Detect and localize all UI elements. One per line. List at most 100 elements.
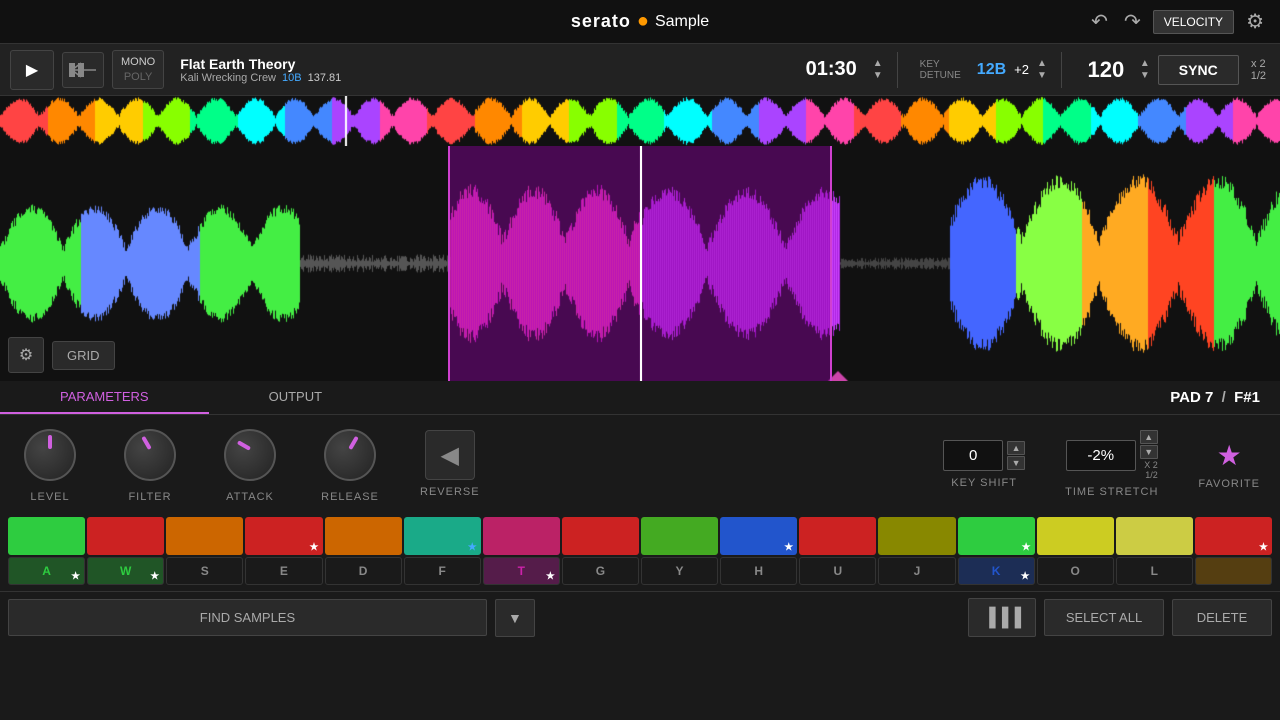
x2-section: x 2 1/2: [1247, 58, 1270, 82]
time-up-button[interactable]: ▲: [873, 59, 883, 69]
pad-top-3[interactable]: ★: [245, 517, 322, 555]
keyshift-down-button[interactable]: ▼: [1007, 456, 1025, 470]
mono-poly-button[interactable]: MONO POLY: [112, 50, 164, 89]
pad-top-0[interactable]: [8, 517, 85, 555]
redo-button[interactable]: ↷: [1120, 5, 1145, 38]
pad-label-text-11: J: [914, 564, 921, 578]
pad-top-14[interactable]: [1116, 517, 1193, 555]
pad-label-star-1: ★: [150, 571, 159, 582]
top-bar-actions: ↶ ↷ VELOCITY ⚙: [1087, 5, 1268, 38]
track-bpm: 137.81: [308, 72, 342, 84]
reverse-group: ◀ REVERSE: [420, 430, 480, 498]
pad-label-11[interactable]: J: [878, 557, 955, 585]
track-subtitle: Kali Wrecking Crew 10B 137.81: [180, 72, 781, 84]
pad-top-7[interactable]: [562, 517, 639, 555]
pad-label-1[interactable]: W★: [87, 557, 164, 585]
select-all-button[interactable]: SELECT ALL: [1044, 599, 1164, 636]
divider-2: [1061, 52, 1062, 88]
find-dropdown-button[interactable]: ▼: [495, 599, 535, 637]
play-button[interactable]: ▶: [10, 50, 54, 90]
pad-top-10[interactable]: [799, 517, 876, 555]
filter-knob[interactable]: [124, 429, 176, 481]
velocity-button[interactable]: VELOCITY: [1153, 10, 1234, 34]
bpm-section: 120 ▲ ▼: [1076, 57, 1150, 83]
key-section: KEY DETUNE: [912, 59, 969, 81]
key-up-button[interactable]: ▲: [1037, 59, 1047, 69]
filter-knob-container: [120, 425, 180, 485]
pad-label-text-8: Y: [676, 564, 684, 578]
pad-label-8[interactable]: Y: [641, 557, 718, 585]
key-down-button[interactable]: ▼: [1037, 71, 1047, 81]
waveform-overview[interactable]: [0, 96, 1280, 146]
pad-label-4[interactable]: D: [325, 557, 402, 585]
level-label: LEVEL: [30, 491, 69, 503]
favorite-button[interactable]: ★: [1217, 439, 1242, 472]
bpm-up-button[interactable]: ▲: [1140, 59, 1150, 69]
track-artist: Kali Wrecking Crew: [180, 72, 276, 84]
pad-top-8[interactable]: [641, 517, 718, 555]
pad-star-5: ★: [468, 542, 477, 553]
pad-label-10[interactable]: U: [799, 557, 876, 585]
pad-label-text-13: O: [1071, 564, 1080, 578]
x2-top: x 2: [1251, 58, 1266, 70]
pad-star-15: ★: [1259, 542, 1268, 553]
pad-label-0[interactable]: A★: [8, 557, 85, 585]
settings-icon[interactable]: ⚙: [1242, 5, 1268, 38]
pad-label-3[interactable]: E: [245, 557, 322, 585]
time-down-button[interactable]: ▼: [873, 71, 883, 81]
bpm-down-button[interactable]: ▼: [1140, 71, 1150, 81]
pad-top-13[interactable]: [1037, 517, 1114, 555]
pad-top-1[interactable]: [87, 517, 164, 555]
time-arrows: ▲ ▼: [873, 59, 883, 81]
dropdown-icon: ▼: [508, 610, 522, 626]
level-knob-group: LEVEL: [20, 425, 80, 503]
pad-label-12[interactable]: K★: [958, 557, 1035, 585]
reverse-button[interactable]: ◀: [425, 430, 475, 480]
bottom-action-bar: FIND SAMPLES ▼ ▐▐▐ SELECT ALL DELETE: [0, 591, 1280, 643]
pad-label-13[interactable]: O: [1037, 557, 1114, 585]
pad-label-6[interactable]: T★: [483, 557, 560, 585]
keyshift-up-button[interactable]: ▲: [1007, 441, 1025, 455]
release-knob[interactable]: [324, 429, 376, 481]
filter-label: FILTER: [128, 491, 171, 503]
pad-label-15[interactable]: [1195, 557, 1272, 585]
pad-label-2[interactable]: S: [166, 557, 243, 585]
keyshift-control: 0 ▲ ▼: [943, 440, 1025, 471]
pad-top-11[interactable]: [878, 517, 955, 555]
tab-parameters[interactable]: PARAMETERS: [0, 381, 209, 414]
pad-label-7[interactable]: G: [562, 557, 639, 585]
grid-icon-button[interactable]: ⚙: [8, 337, 44, 373]
pad-top-6[interactable]: [483, 517, 560, 555]
find-samples-button[interactable]: FIND SAMPLES: [8, 599, 487, 636]
pad-top-12[interactable]: ★: [958, 517, 1035, 555]
pad-number: PAD 7: [1170, 389, 1213, 406]
pad-top-4[interactable]: [325, 517, 402, 555]
stutter-icon: [69, 59, 97, 81]
delete-button[interactable]: DELETE: [1172, 599, 1272, 636]
attack-knob[interactable]: [224, 429, 276, 481]
pad-label-5[interactable]: F: [404, 557, 481, 585]
key-label: KEY: [920, 59, 940, 70]
stutter-button[interactable]: [62, 52, 104, 88]
tab-output[interactable]: OUTPUT: [209, 381, 382, 414]
pad-top-9[interactable]: ★: [720, 517, 797, 555]
pad-top-15[interactable]: ★: [1195, 517, 1272, 555]
level-knob[interactable]: [24, 429, 76, 481]
pad-label-9[interactable]: H: [720, 557, 797, 585]
ts-arrows: ▲ ▼: [1140, 430, 1158, 459]
waveform-main[interactable]: ⚙ GRID: [0, 146, 1280, 381]
sync-button[interactable]: SYNC: [1158, 55, 1239, 85]
pad-top-2[interactable]: [166, 517, 243, 555]
ts-down-button[interactable]: ▼: [1140, 445, 1158, 459]
ts-up-button[interactable]: ▲: [1140, 430, 1158, 444]
pad-top-5[interactable]: ★: [404, 517, 481, 555]
divider-1: [897, 52, 898, 88]
undo-button[interactable]: ↶: [1087, 5, 1112, 38]
mixer-button[interactable]: ▐▐▐: [968, 598, 1036, 637]
grid-button[interactable]: GRID: [52, 341, 115, 370]
time-display: 01:30: [798, 58, 865, 81]
ts-modes: X 2 1/2: [1140, 460, 1158, 480]
release-knob-container: [320, 425, 380, 485]
play-icon: ▶: [26, 60, 38, 80]
pad-label-14[interactable]: L: [1116, 557, 1193, 585]
